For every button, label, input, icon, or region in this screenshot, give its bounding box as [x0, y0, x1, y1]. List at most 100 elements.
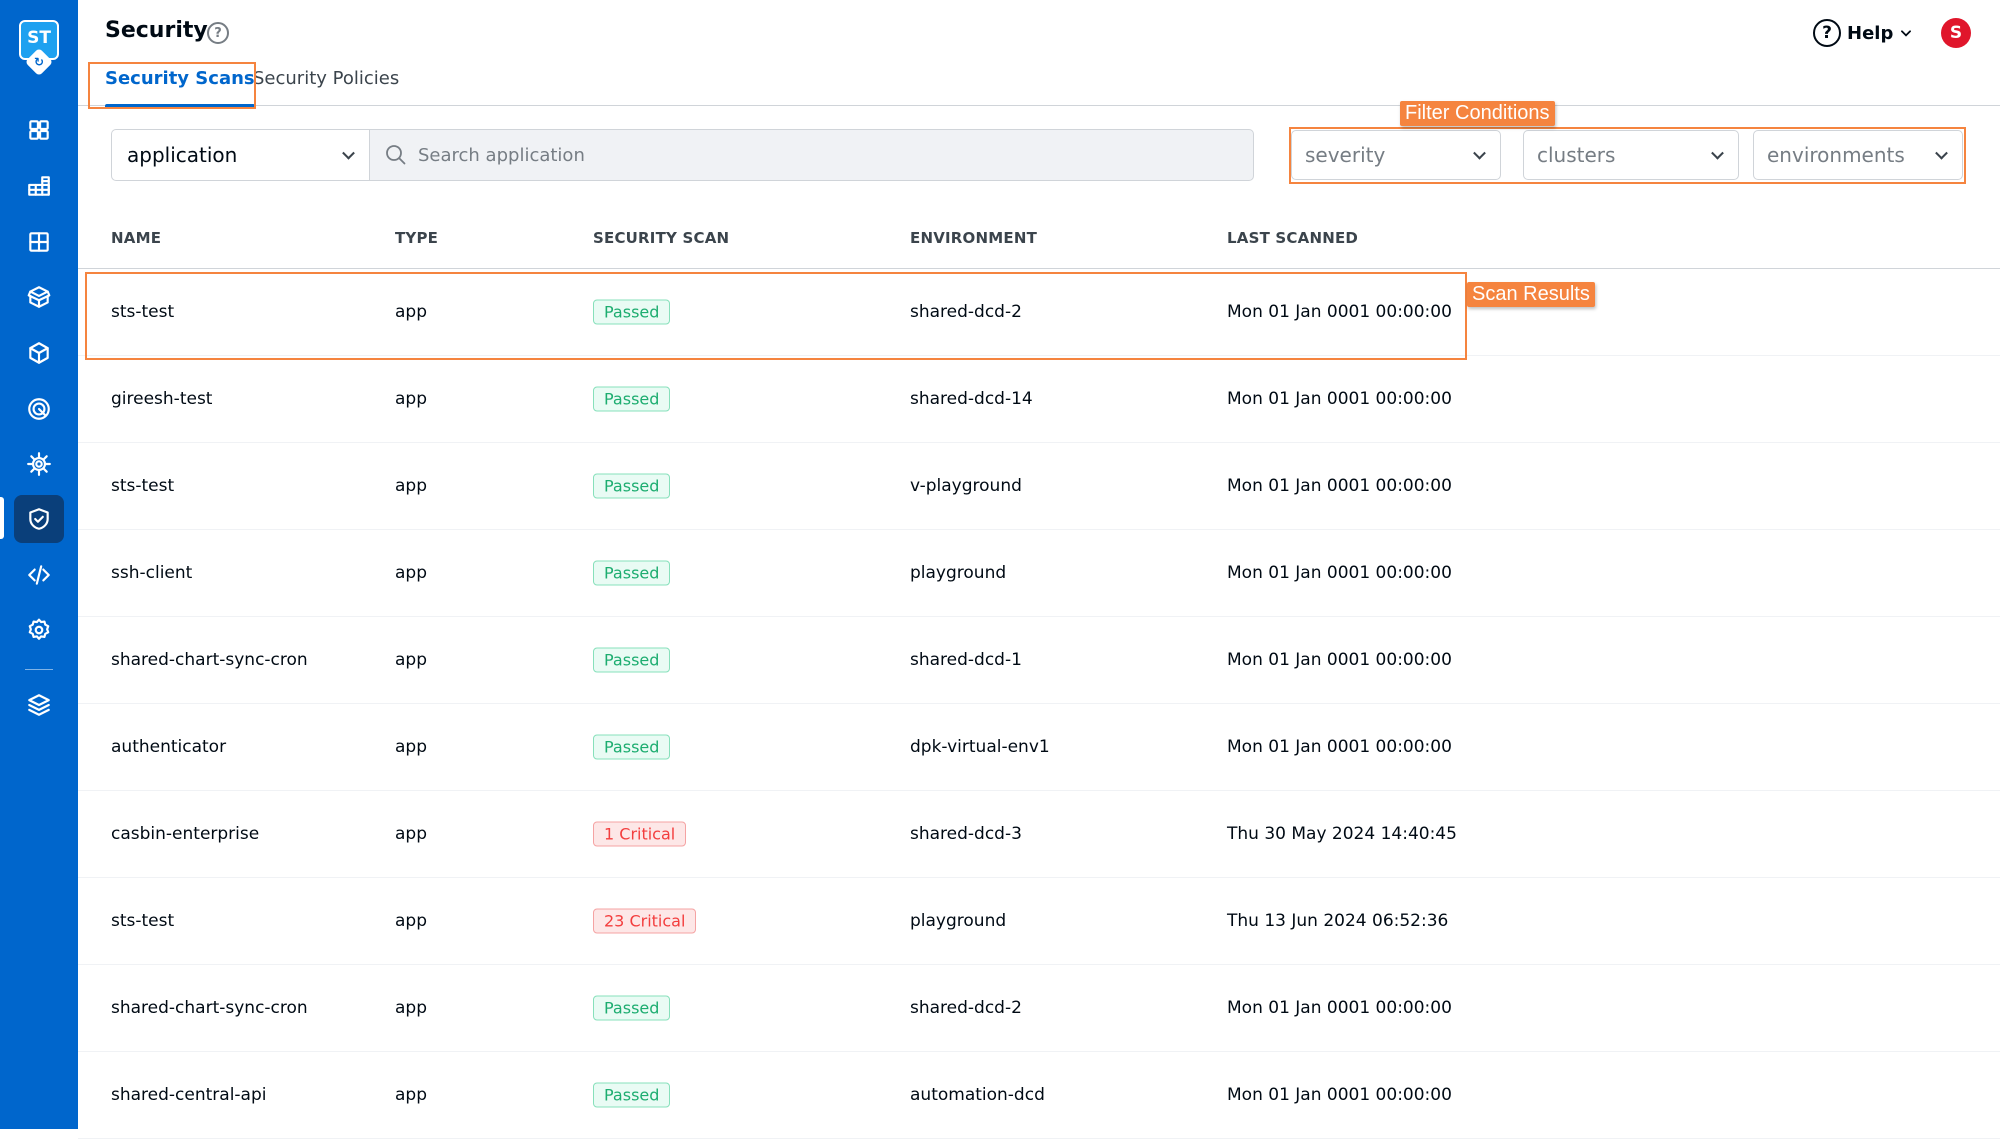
question-icon: ? — [1813, 19, 1841, 47]
cell-environment: shared-dcd-2 — [910, 302, 1022, 322]
cell-environment: playground — [910, 911, 1007, 931]
table-row[interactable]: sts-test app Passed v-playground Mon 01 Jan … — [78, 443, 2000, 530]
help-label: Help — [1847, 22, 1894, 44]
scan-status-badge: Passed — [593, 560, 671, 586]
chevron-down-icon — [342, 146, 355, 160]
cell-last-scanned: Mon 01 Jan 0001 00:00:00 — [1227, 389, 1452, 409]
cell-name[interactable]: casbin-enterprise — [111, 824, 259, 844]
helm-wheel-icon — [27, 452, 51, 476]
cell-environment: shared-dcd-14 — [910, 389, 1033, 409]
scan-status-badge: Passed — [593, 734, 671, 760]
search-input[interactable] — [418, 144, 1218, 166]
chevron-down-icon — [1935, 146, 1948, 160]
target-icon — [28, 398, 50, 420]
sidebar-item-charts[interactable] — [14, 273, 64, 321]
scan-status-badge: Passed — [593, 1082, 671, 1108]
filter-clusters[interactable]: clusters — [1523, 130, 1739, 180]
table-row[interactable]: shared-central-api app Passed automation-dc… — [78, 1052, 2000, 1139]
scan-status-badge: 1 Critical — [593, 821, 687, 847]
search-type-value: application — [127, 143, 238, 167]
gear-icon — [28, 618, 50, 640]
user-avatar[interactable]: S — [1941, 18, 1971, 48]
table-row[interactable]: authenticator app Passed dpk-virtual-env1 Mo… — [78, 704, 2000, 791]
logo-text: ST — [27, 28, 51, 48]
help-circle-icon[interactable]: ? — [207, 22, 229, 44]
tab-security-policies[interactable]: Security Policies — [253, 68, 399, 106]
search-icon — [386, 145, 406, 165]
cell-last-scanned: Mon 01 Jan 0001 00:00:00 — [1227, 998, 1452, 1018]
sidebar-divider — [25, 669, 53, 670]
column-header-type[interactable]: TYPE — [395, 229, 438, 247]
sidebar-item-settings[interactable] — [14, 606, 64, 654]
cell-type: app — [395, 911, 427, 931]
cell-name[interactable]: ssh-client — [111, 563, 192, 583]
code-icon — [28, 565, 50, 585]
cell-last-scanned: Thu 30 May 2024 14:40:45 — [1227, 824, 1457, 844]
sidebar-item-security[interactable] — [14, 495, 64, 543]
cell-type: app — [395, 476, 427, 496]
column-header-name[interactable]: NAME — [111, 229, 161, 247]
sidebar-item-applications[interactable] — [14, 106, 64, 154]
cell-type: app — [395, 737, 427, 757]
cell-type: app — [395, 998, 427, 1018]
scan-status-badge: Passed — [593, 647, 671, 673]
cell-name[interactable]: shared-chart-sync-cron — [111, 998, 308, 1018]
search-field[interactable] — [369, 129, 1254, 181]
cell-last-scanned: Mon 01 Jan 0001 00:00:00 — [1227, 476, 1452, 496]
cell-name[interactable]: authenticator — [111, 737, 226, 757]
search-type-select[interactable]: application — [111, 129, 369, 181]
help-menu-button[interactable]: ? Help — [1813, 19, 1913, 47]
sidebar-item-code[interactable] — [14, 551, 64, 599]
cell-last-scanned: Mon 01 Jan 0001 00:00:00 — [1227, 302, 1452, 322]
cell-name[interactable]: sts-test — [111, 476, 174, 496]
cell-name[interactable]: shared-central-api — [111, 1085, 267, 1105]
grid-square-icon — [29, 232, 49, 252]
sidebar-item-application-groups[interactable] — [14, 162, 64, 210]
sidebar-item-stack-manager[interactable] — [14, 681, 64, 729]
filter-severity[interactable]: severity — [1291, 130, 1501, 180]
tab-security-scans[interactable]: Security Scans — [105, 68, 255, 107]
table-row[interactable]: casbin-enterprise app 1 Critical shared-dcd… — [78, 791, 2000, 878]
sidebar-item-resource-browser[interactable] — [14, 218, 64, 266]
sidebar-item-global-configurations[interactable] — [14, 440, 64, 488]
grid-stack-icon — [28, 176, 50, 196]
column-header-environment[interactable]: ENVIRONMENT — [910, 229, 1037, 247]
cell-name[interactable]: shared-chart-sync-cron — [111, 650, 308, 670]
scan-status-badge: Passed — [593, 995, 671, 1021]
filter-severity-label: severity — [1305, 143, 1386, 167]
grid-four-icon — [29, 120, 49, 140]
cell-last-scanned: Thu 13 Jun 2024 06:52:36 — [1227, 911, 1449, 931]
column-header-last-scanned[interactable]: LAST SCANNED — [1227, 229, 1358, 247]
cell-name[interactable]: gireesh-test — [111, 389, 212, 409]
column-header-security-scan[interactable]: SECURITY SCAN — [593, 229, 729, 247]
cube-icon — [29, 342, 49, 364]
annotation-scan-results-label: Scan Results — [1467, 282, 1595, 307]
cell-type: app — [395, 1085, 427, 1105]
filter-clusters-label: clusters — [1537, 143, 1616, 167]
cell-environment: shared-dcd-1 — [910, 650, 1022, 670]
page-title: Security — [105, 18, 208, 43]
table-row[interactable]: ssh-client app Passed playground Mon 01 Jan … — [78, 530, 2000, 617]
table-row[interactable]: shared-chart-sync-cron app Passed shared-dc… — [78, 965, 2000, 1052]
sidebar: ST ↻ — [0, 0, 78, 1129]
table-row[interactable]: gireesh-test app Passed shared-dcd-14 Mon 01… — [78, 356, 2000, 443]
chevron-down-icon — [1901, 30, 1912, 37]
cell-name[interactable]: sts-test — [111, 911, 174, 931]
chevron-down-icon — [1711, 146, 1724, 160]
layers-icon — [28, 694, 50, 716]
table-row[interactable]: sts-test app Passed shared-dcd-2 Mon 01 Jan … — [78, 269, 2000, 356]
table-row[interactable]: shared-chart-sync-cron app Passed shared-dc… — [78, 617, 2000, 704]
sidebar-item-bulk-edit[interactable] — [14, 385, 64, 433]
cell-environment: automation-dcd — [910, 1085, 1045, 1105]
cell-type: app — [395, 563, 427, 583]
table-row[interactable]: sts-test app 23 Critical playground Thu 13 J… — [78, 878, 2000, 965]
cell-last-scanned: Mon 01 Jan 0001 00:00:00 — [1227, 1085, 1452, 1105]
sidebar-item-deployment-groups[interactable] — [14, 329, 64, 377]
shield-check-icon — [29, 508, 49, 530]
scan-status-badge: Passed — [593, 299, 671, 325]
scan-status-badge: 23 Critical — [593, 908, 697, 934]
scan-status-badge: Passed — [593, 386, 671, 412]
cell-environment: dpk-virtual-env1 — [910, 737, 1050, 757]
filter-environments[interactable]: environments — [1753, 130, 1963, 180]
cell-name[interactable]: sts-test — [111, 302, 174, 322]
